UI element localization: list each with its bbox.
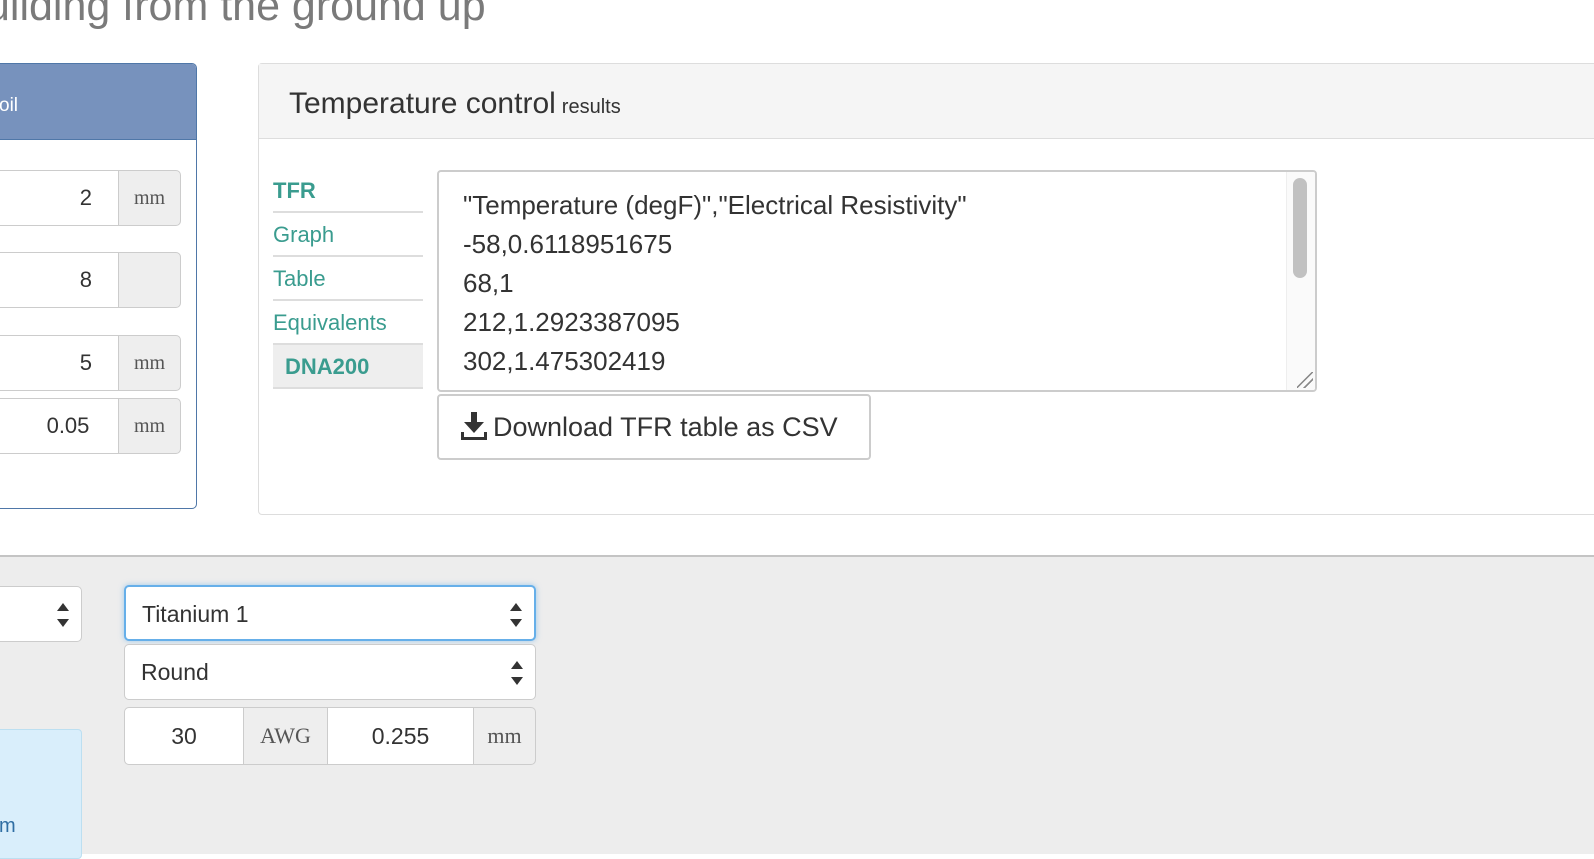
- info-alert-text: m: [0, 815, 16, 837]
- coil-field-1-input[interactable]: 2: [0, 170, 118, 226]
- coil-field-2: 8: [0, 252, 181, 308]
- resize-grip-icon[interactable]: [1297, 372, 1313, 388]
- coil-field-2-input[interactable]: 8: [0, 252, 118, 308]
- results-panel: Temperature control results TFR Graph Tab…: [258, 63, 1594, 515]
- coil-field-4: 0.05 mm: [0, 398, 181, 454]
- shape-select[interactable]: Round: [124, 644, 536, 700]
- csv-line: 302,1.475302419: [463, 346, 666, 376]
- csv-line: 68,1: [463, 268, 514, 298]
- coil-panel: oil 2 mm 8 5 mm 0.05 mm: [0, 63, 197, 509]
- nav-table[interactable]: Table: [273, 257, 423, 301]
- scrollbar-thumb[interactable]: [1293, 178, 1307, 278]
- nav-equivalents[interactable]: Equivalents: [273, 301, 423, 345]
- results-panel-title: Temperature control: [289, 87, 556, 120]
- download-csv-label: Download TFR table as CSV: [493, 412, 838, 442]
- nav-dna200[interactable]: DNA200: [273, 345, 423, 389]
- results-nav: TFR Graph Table Equivalents DNA200: [273, 169, 423, 389]
- coil-field-1-unit: mm: [118, 170, 181, 226]
- material-select-value: Titanium 1: [142, 601, 249, 627]
- coil-field-3-unit: mm: [118, 335, 181, 391]
- left-select[interactable]: [0, 586, 82, 642]
- shape-select-value: Round: [141, 659, 209, 685]
- csv-line: 392,1.6582661286: [463, 381, 1315, 390]
- coil-field-3: 5 mm: [0, 335, 181, 391]
- diameter-input[interactable]: 0.255: [328, 707, 474, 765]
- csv-line: -58,0.6118951675: [463, 229, 673, 259]
- coil-field-4-input[interactable]: 0.05: [0, 398, 118, 454]
- coil-field-3-input[interactable]: 5: [0, 335, 118, 391]
- nav-tfr[interactable]: TFR: [273, 169, 423, 213]
- select-arrows-icon: [510, 603, 522, 627]
- coil-field-4-unit: mm: [118, 398, 181, 454]
- download-icon: [461, 400, 487, 462]
- gauge-unit: AWG: [244, 707, 328, 765]
- material-select[interactable]: Titanium 1: [124, 585, 536, 641]
- page-title: uilding from the ground up: [0, 0, 486, 30]
- wire-gauge-group: 30 AWG 0.255 mm: [124, 707, 536, 765]
- select-arrows-icon: [511, 661, 523, 685]
- coil-field-2-unit: [118, 252, 181, 308]
- results-panel-header: Temperature control results: [259, 64, 1594, 139]
- gauge-input[interactable]: 30: [124, 707, 244, 765]
- coil-panel-title: oil: [0, 64, 196, 140]
- results-panel-subtitle: results: [561, 96, 621, 118]
- nav-graph[interactable]: Graph: [273, 213, 423, 257]
- tfr-csv-lines: "Temperature (degF)","Electrical Resisti…: [439, 172, 1315, 390]
- diameter-unit: mm: [474, 707, 536, 765]
- textarea-scrollbar[interactable]: [1286, 172, 1315, 390]
- csv-line: 212,1.2923387095: [463, 307, 680, 337]
- coil-field-1: 2 mm: [0, 170, 181, 226]
- info-alert: m: [0, 729, 82, 859]
- csv-line: "Temperature (degF)","Electrical Resisti…: [463, 190, 967, 220]
- download-csv-button[interactable]: Download TFR table as CSV: [437, 394, 871, 460]
- tfr-csv-textarea[interactable]: "Temperature (degF)","Electrical Resisti…: [437, 170, 1317, 392]
- select-arrows-icon: [57, 603, 69, 627]
